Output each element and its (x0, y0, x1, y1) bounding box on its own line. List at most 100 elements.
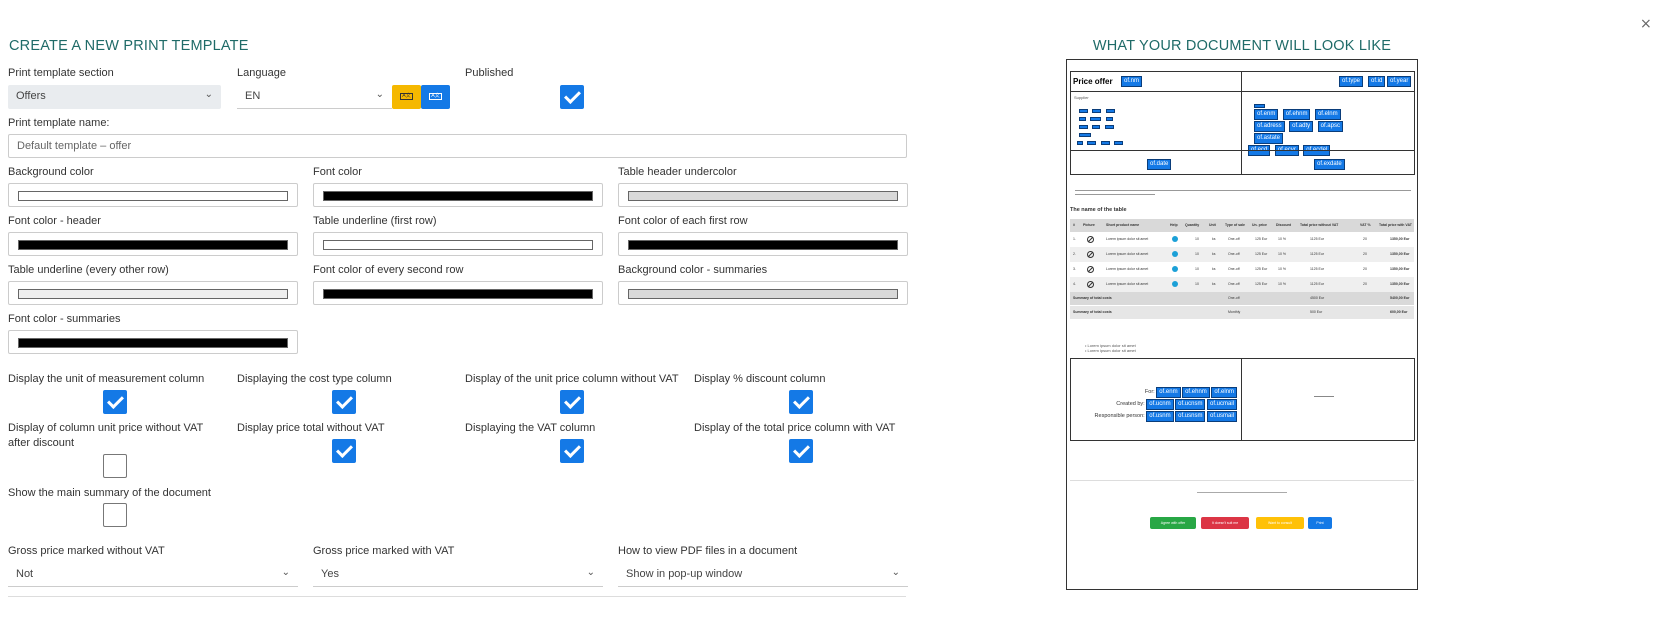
option-checkbox[interactable] (332, 439, 356, 463)
option-checkbox[interactable] (789, 439, 813, 463)
color-label: Table header undercolor (618, 166, 737, 178)
table-cell: 1. (1073, 237, 1076, 241)
option-checkbox[interactable] (560, 439, 584, 463)
preview-customer-cell: of.enm of.ehnm of.elnm of.adress of.adty… (1241, 91, 1415, 156)
option-label: Display % discount column (694, 373, 826, 385)
option-checkbox[interactable] (789, 390, 813, 414)
preview-col-header: # (1073, 223, 1075, 227)
table-cell: 1125 Eur (1310, 252, 1324, 256)
section-value: Offers (16, 90, 46, 102)
summary-row: Summary of total costs One-off 4500 Eur 540… (1070, 292, 1414, 305)
option-checkbox[interactable] (103, 503, 127, 527)
chevron-down-icon: ⌄ (204, 89, 213, 100)
table-cell: 1350,00 Eur (1390, 282, 1410, 286)
close-icon[interactable]: × (1640, 16, 1652, 32)
table-row: 4. Lorem ipsum dolor sit amet 10 ks One-off 1… (1070, 277, 1414, 292)
chevron-down-icon: ⌄ (281, 567, 290, 578)
preview-col-header: Quantity (1185, 223, 1200, 227)
chevron-down-icon: ⌄ (375, 89, 384, 100)
color-picker[interactable] (313, 281, 603, 305)
table-cell: One-off (1228, 252, 1240, 256)
color-swatch (18, 289, 288, 299)
select-value: Not (16, 568, 34, 580)
option-checkbox[interactable] (103, 390, 127, 414)
option-label: Displaying the VAT column (465, 422, 596, 434)
table-cell: 125 Eur (1255, 267, 1268, 271)
table-row: 3. Lorem ipsum dolor sit amet 10 ks One-off 1… (1070, 262, 1414, 277)
summary-cell: One-off (1228, 296, 1240, 300)
color-picker[interactable] (618, 183, 908, 207)
color-swatch (323, 191, 593, 201)
option-label: Displaying the cost type column (237, 373, 392, 385)
no-image-icon (1087, 281, 1094, 288)
table-cell: 1125 Eur (1310, 237, 1324, 241)
color-picker[interactable] (313, 183, 603, 207)
color-picker[interactable] (618, 232, 908, 256)
preview-action-button: Agree with offer (1150, 517, 1196, 529)
option-label: Display of the unit price column without… (465, 373, 679, 385)
table-cell: 1350,00 Eur (1390, 237, 1410, 241)
color-picker[interactable] (618, 281, 908, 305)
table-cell: 20 (1363, 237, 1367, 241)
preview-col-header: Discount (1276, 223, 1291, 227)
preview-tag: of.year (1387, 76, 1412, 87)
option-label: Display price total without VAT (237, 422, 385, 434)
preview-for-cell: For: of.enm of.ehnm of.elnm Created by: … (1070, 358, 1242, 441)
preview-tag: of.exdate (1314, 159, 1345, 170)
table-cell: 10 (1195, 282, 1199, 286)
select-label: How to view PDF files in a document (618, 545, 798, 557)
summary-cell: 5400,00 Eur (1390, 296, 1410, 300)
table-cell: 10 (1195, 267, 1199, 271)
preview-validity-cell: of.exdate (1241, 150, 1415, 175)
table-cell: 10 (1195, 237, 1199, 241)
color-picker[interactable] (8, 330, 298, 354)
language-select[interactable]: EN ⌄ (237, 85, 392, 109)
table-cell: 1350,00 Eur (1390, 267, 1410, 271)
preview-title-cell: Price offer of.nm (1070, 71, 1242, 92)
select-label: Gross price marked without VAT (8, 545, 165, 557)
preview-signature-cell (1241, 358, 1415, 441)
color-picker[interactable] (8, 281, 298, 305)
option-select[interactable]: Not ⌄ (8, 563, 298, 587)
color-swatch (18, 240, 288, 250)
section-select[interactable]: Offers ⌄ (8, 85, 221, 109)
table-cell: ks (1212, 282, 1216, 286)
color-picker[interactable] (8, 183, 298, 207)
option-label: Display of column unit price without VAT… (8, 422, 204, 449)
table-cell: Lorem ipsum dolor sit amet (1106, 282, 1149, 286)
preview-tag: of.id (1368, 76, 1386, 87)
template-name-label: Print template name: (8, 117, 110, 129)
color-swatch (323, 240, 593, 250)
table-cell: 125 Eur (1255, 237, 1268, 241)
color-label: Font color - summaries (8, 313, 121, 325)
preview-tag: of.nm (1121, 76, 1143, 87)
help-icon (1172, 266, 1178, 272)
preview-doc-title: Price offer (1073, 77, 1113, 86)
preview-col-header: VAT % (1360, 223, 1371, 227)
table-cell: One-off (1228, 237, 1240, 241)
table-row: 1. Lorem ipsum dolor sit amet 10 ks One-off 1… (1070, 232, 1414, 247)
help-icon (1172, 281, 1178, 287)
option-select[interactable]: Show in pop-up window ⌄ (618, 563, 908, 587)
section-label: Print template section (8, 67, 114, 79)
translate-alt-button[interactable]: A文 (421, 85, 450, 109)
color-swatch (628, 191, 898, 201)
option-checkbox[interactable] (560, 390, 584, 414)
preview-table-header: # Picture Short product name Help Quantity Un… (1070, 219, 1414, 232)
color-picker[interactable] (313, 232, 603, 256)
option-checkbox[interactable] (332, 390, 356, 414)
table-cell: One-off (1228, 267, 1240, 271)
chevron-down-icon: ⌄ (586, 567, 595, 578)
published-checkbox[interactable] (560, 85, 584, 109)
preview-col-header: Help (1170, 223, 1178, 227)
option-checkbox[interactable] (103, 454, 127, 478)
option-select[interactable]: Yes ⌄ (313, 563, 603, 587)
chevron-down-icon: ⌄ (891, 567, 900, 578)
color-picker[interactable] (8, 232, 298, 256)
table-cell: 1125 Eur (1310, 267, 1324, 271)
table-cell: 3. (1073, 267, 1076, 271)
translate-button[interactable]: A文 (392, 85, 421, 109)
template-name-input[interactable]: Default template – offer (8, 134, 907, 158)
preview-bullets: • Lorem ipsum dolor sit amet • Lorem ips… (1085, 343, 1136, 353)
preview-date-cell: of.date (1070, 150, 1242, 175)
